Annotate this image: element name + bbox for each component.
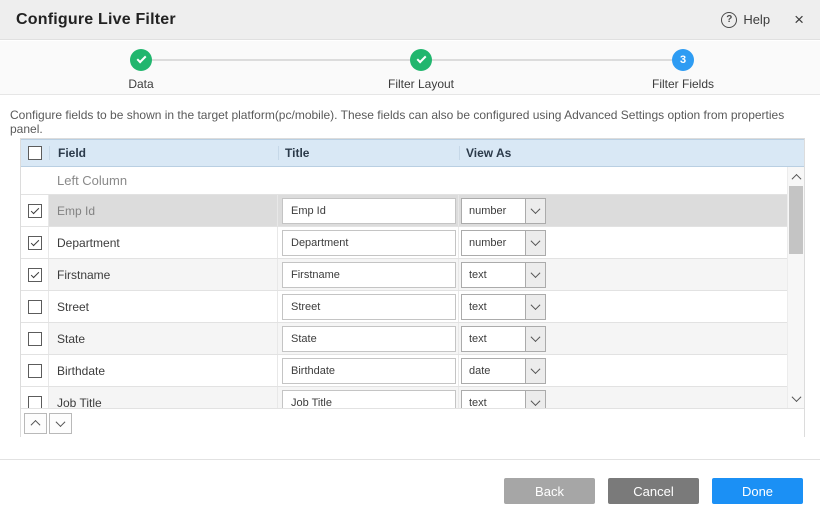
close-icon[interactable]: × (794, 11, 804, 28)
column-header-view-as: View As (459, 146, 804, 160)
step-done-icon (410, 49, 432, 71)
vertical-scrollbar[interactable] (787, 167, 804, 408)
step-filter-fields[interactable]: 3 Filter Fields (623, 49, 743, 91)
chevron-down-icon (525, 199, 545, 223)
step-filter-layout[interactable]: Filter Layout (361, 49, 481, 91)
help-icon: ? (721, 12, 737, 28)
step-label: Filter Layout (361, 77, 481, 91)
table-row[interactable]: State text (21, 322, 789, 354)
title-input[interactable] (282, 294, 456, 320)
row-checkbox[interactable] (28, 204, 42, 218)
field-name: Emp Id (49, 195, 278, 226)
view-as-select[interactable]: number (461, 198, 546, 224)
view-as-select[interactable]: text (461, 390, 546, 409)
row-checkbox[interactable] (28, 396, 42, 409)
title-input[interactable] (282, 198, 456, 224)
field-name: Firstname (49, 259, 278, 290)
chevron-down-icon (56, 417, 66, 427)
title-input[interactable] (282, 262, 456, 288)
row-checkbox[interactable] (28, 332, 42, 346)
view-as-value: text (462, 263, 525, 287)
field-name: Department (49, 227, 278, 258)
field-name: Birthdate (49, 355, 278, 386)
move-up-button[interactable] (24, 413, 47, 434)
view-as-select[interactable]: date (461, 358, 546, 384)
chevron-down-icon (525, 231, 545, 255)
view-as-select[interactable]: text (461, 262, 546, 288)
chevron-down-icon (525, 263, 545, 287)
scroll-up-icon[interactable] (788, 169, 804, 185)
table-rows: Left Column Emp Id number Department (21, 167, 789, 408)
step-data[interactable]: Data (81, 49, 201, 91)
description-text: Configure fields to be shown in the targ… (10, 108, 810, 136)
table-row[interactable]: Firstname text (21, 258, 789, 290)
scrollbar-thumb[interactable] (789, 186, 803, 254)
step-label: Filter Fields (623, 77, 743, 91)
view-as-value: text (462, 391, 525, 409)
chevron-down-icon (525, 359, 545, 383)
header-checkbox-cell (21, 140, 49, 166)
table-row[interactable]: Birthdate date (21, 354, 789, 386)
view-as-select[interactable]: number (461, 230, 546, 256)
title-input[interactable] (282, 230, 456, 256)
column-header-field: Field (49, 146, 278, 160)
view-as-value: text (462, 295, 525, 319)
row-checkbox[interactable] (28, 364, 42, 378)
chevron-down-icon (525, 391, 545, 409)
cancel-button[interactable]: Cancel (608, 478, 699, 504)
done-button[interactable]: Done (712, 478, 803, 504)
select-all-checkbox[interactable] (28, 146, 42, 160)
table-row[interactable]: Emp Id number (21, 194, 789, 226)
view-as-select[interactable]: text (461, 326, 546, 352)
row-checkbox[interactable] (28, 236, 42, 250)
chevron-up-icon (31, 419, 41, 429)
title-input[interactable] (282, 390, 456, 409)
view-as-value: date (462, 359, 525, 383)
back-button[interactable]: Back (504, 478, 595, 504)
help-label: Help (743, 12, 770, 27)
page-title: Configure Live Filter (16, 11, 176, 29)
title-input[interactable] (282, 326, 456, 352)
group-header-left-column: Left Column (21, 167, 789, 194)
table-header-row: Field Title View As (21, 139, 804, 167)
view-as-value: text (462, 327, 525, 351)
row-checkbox[interactable] (28, 300, 42, 314)
step-number-icon: 3 (672, 49, 694, 71)
field-name: Street (49, 291, 278, 322)
view-as-select[interactable]: text (461, 294, 546, 320)
chevron-down-icon (525, 295, 545, 319)
fields-table: Field Title View As Left Column Emp Id n… (20, 138, 805, 437)
chevron-down-icon (525, 327, 545, 351)
view-as-value: number (462, 231, 525, 255)
scroll-down-icon[interactable] (788, 390, 804, 406)
step-label: Data (81, 77, 201, 91)
table-row[interactable]: Street text (21, 290, 789, 322)
row-checkbox[interactable] (28, 268, 42, 282)
table-row[interactable]: Job Title text (21, 386, 789, 408)
reorder-toolbar (21, 408, 804, 437)
view-as-value: number (462, 199, 525, 223)
dialog-titlebar: Configure Live Filter ? Help × (0, 0, 820, 40)
table-row[interactable]: Department number (21, 226, 789, 258)
field-name: State (49, 323, 278, 354)
title-input[interactable] (282, 358, 456, 384)
move-down-button[interactable] (49, 413, 72, 434)
help-button[interactable]: ? Help (721, 12, 770, 28)
dialog-footer: Back Cancel Done (0, 460, 820, 519)
field-name: Job Title (49, 387, 278, 408)
column-header-title: Title (278, 146, 459, 160)
wizard-stepper: Data Filter Layout 3 Filter Fields (0, 41, 820, 95)
table-scroll-viewport: Left Column Emp Id number Department (21, 167, 804, 408)
step-done-icon (130, 49, 152, 71)
